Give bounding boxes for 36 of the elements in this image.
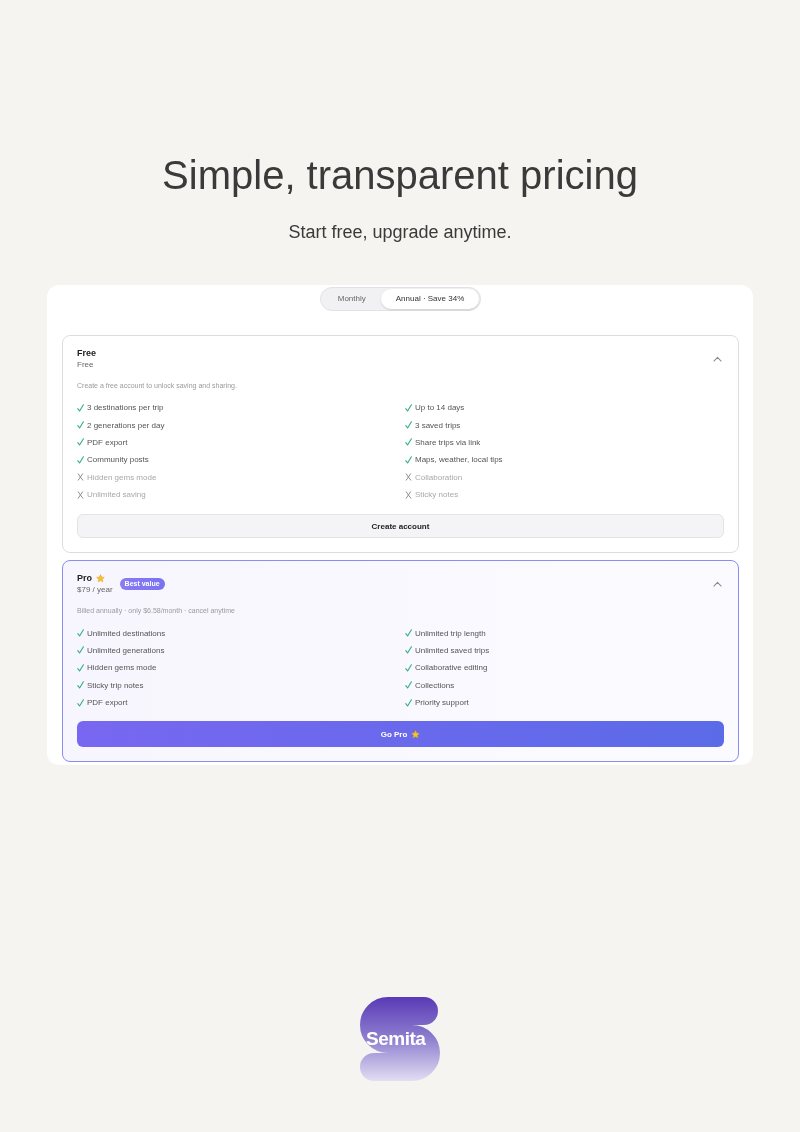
chevron-up-icon[interactable]: [713, 356, 722, 362]
feature-label: 3 destinations per trip: [87, 403, 164, 413]
plan-price: Free: [77, 359, 95, 370]
feature-label: Priority support: [415, 698, 469, 708]
plan-name: Free: [77, 348, 96, 359]
page-title: Simple, transparent pricing: [162, 152, 638, 199]
plan-price: $79 / year: [77, 584, 113, 596]
feature-label: Unlimited saved trips: [415, 645, 490, 655]
feature-label: Unlimited destinations: [87, 628, 166, 638]
upgrade-button[interactable]: Go Pro: [77, 721, 724, 748]
feature-label: Unlimited generations: [87, 645, 165, 655]
feature-label: 3 saved trips: [415, 420, 461, 430]
chevron-up-icon[interactable]: [713, 581, 722, 588]
feature-label: Collaboration: [415, 472, 463, 482]
feature-label: PDF export: [87, 698, 128, 708]
brand-name: Semita: [366, 1029, 426, 1050]
feature-label: Collections: [415, 680, 455, 690]
feature-label: Sticky trip notes: [87, 680, 144, 690]
create-account-button[interactable]: Create account: [77, 514, 724, 539]
feature-label: Up to 14 days: [415, 403, 465, 413]
feature-label: 2 generations per day: [87, 420, 165, 430]
feature-label: Maps, weather, local tips: [415, 455, 503, 465]
s-logo-icon: [358, 995, 442, 1084]
feature-label: PDF export: [87, 437, 128, 447]
billing-tab[interactable]: Annual · Save 34%: [380, 289, 480, 309]
feature-label: Hidden gems mode: [87, 663, 157, 673]
feature-label: Hidden gems mode: [87, 472, 157, 482]
feature-label: Collaborative editing: [415, 663, 488, 673]
feature-label: Unlimited saving: [87, 490, 146, 500]
feature-label: Community posts: [87, 455, 149, 465]
billing-tab[interactable]: Monthly: [322, 289, 381, 309]
feature-label: Share trips via link: [415, 437, 481, 447]
feature-label: Unlimited trip length: [415, 628, 486, 638]
feature-label: Sticky notes: [415, 490, 459, 500]
plan-name: Pro: [77, 573, 92, 585]
page-subtitle: Start free, upgrade anytime.: [288, 221, 512, 244]
